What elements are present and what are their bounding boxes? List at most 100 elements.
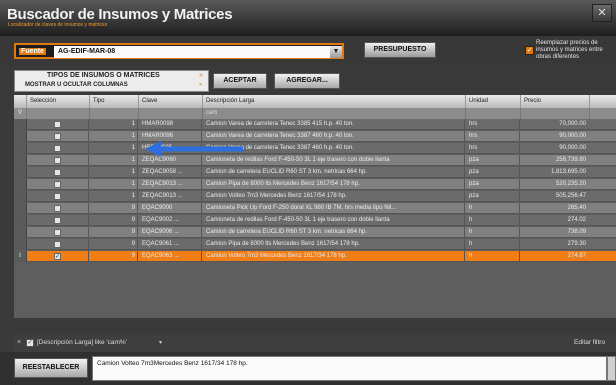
row-indicator: I [14,251,27,262]
cell-unidad: h [466,203,520,214]
cell-tipo: 1 [90,167,138,178]
results-grid: Selección Tipo Clave Descripción Larga U… [14,95,616,318]
table-row[interactable]: 9 EQAC9000 Camioneta Pick Up Ford F-250 do… [14,203,616,214]
agregar-button[interactable]: AGREGAR... [274,73,340,89]
column-header-precio[interactable]: Precio [521,95,590,108]
cell-precio: 258,739.80 [555,157,586,163]
tipos-panel[interactable]: TIPOS DE INSUMOS O MATRICES » MOSTRAR U … [14,70,209,92]
reestablecer-button[interactable]: REESTABLECER [14,358,88,378]
table-row[interactable]: 9 EQAC9061 ... Camion Pipa de 8000 lts Mer… [14,239,616,250]
description-textarea[interactable]: Camion Volteo 7m3Mercedes Benz 1617/34 1… [92,356,607,381]
row-checkbox[interactable] [27,215,89,226]
column-header-seleccion[interactable]: Selección [27,95,90,108]
checkbox[interactable] [54,229,61,236]
cell-precio: 279.30 [567,241,586,247]
table-row[interactable]: 1 HMAR0096 Camion Varea de carretera Tenec… [14,131,616,142]
row-checkbox[interactable] [27,167,89,178]
cell-unidad: pza [466,179,520,190]
cell-tipo: 9 [90,239,138,250]
cell-tipo: 1 [90,191,138,202]
cell-unidad: h [466,215,520,226]
checkbox[interactable]: ✓ [54,253,61,260]
table-row[interactable]: 9 EQAC9002 ... Camioneta de redilas Ford F… [14,215,616,226]
filter-dropdown-icon[interactable]: ▾ [159,339,162,346]
row-checkbox[interactable]: ✓ [27,251,89,262]
row-checkbox[interactable] [27,179,89,190]
tipos-insumos-link[interactable]: TIPOS DE INSUMOS O MATRICES [47,72,160,79]
checkbox[interactable] [54,121,61,128]
table-row[interactable]: 1 ZEQAC9013 ... Camion Volteo 7m3 Mercedes… [14,191,616,202]
checkbox[interactable] [54,193,61,200]
cell-precio: 1,813,695.00 [550,169,586,175]
row-checkbox[interactable] [27,131,89,142]
row-indicator [14,143,27,154]
clear-filter-icon[interactable]: × [17,339,21,346]
reemplazar-checkbox[interactable]: ✓ [525,46,534,55]
table-row[interactable]: 1HRBP0085Camion Varea de carretera Tenec… [14,143,616,154]
table-row[interactable]: 1 ZEQAC9060 Camioneta de redilas Ford F-45… [14,155,616,166]
close-button[interactable]: ✕ [592,4,612,22]
fuente-selector[interactable]: Fuente AG-EDIF-MAR-08 ▼ [14,43,344,59]
window-subtitle: Localizador de claves de insumos y matri… [8,22,108,28]
cell-tipo: 1 [90,179,138,190]
cell-descripcion: Camion Pipa de 8000 lts Mercedes Benz 16… [203,239,465,250]
row-checkbox[interactable] [27,191,89,202]
table-row[interactable]: 1 ZEQAC9058 ... Camion de carretera EUCLID… [14,167,616,178]
checkbox[interactable] [54,169,61,176]
cell-tipo: 1 [90,119,138,130]
row-checkbox[interactable] [27,143,89,154]
cell-tipo: 9 [90,203,138,214]
filter-row[interactable]: ∇ cam [14,108,616,119]
column-header-unidad[interactable]: Unidad [466,95,521,108]
title-bar: Buscador de Insumos y Matrices Localizad… [0,0,616,36]
description-scrollbar[interactable] [607,356,616,381]
table-row[interactable]: 1 ZEQAC9013 ... Camion Pipa de 8000 lts Me… [14,179,616,190]
editar-filtro-link[interactable]: Editar filtro [574,339,605,346]
filter-cell-tipo[interactable] [90,108,139,119]
column-header-clave[interactable]: Clave [139,95,203,108]
chevron-down-icon[interactable]: ▼ [330,46,342,58]
row-checkbox[interactable] [27,119,89,130]
row-checkbox[interactable] [27,239,89,250]
table-row[interactable]: 9 EQAC9006 ... Camion de carretera EUCLID … [14,227,616,238]
row-checkbox[interactable] [27,155,89,166]
cell-descripcion: Camion de carretera EUCLID R60 ST 3 km. … [203,167,465,178]
cell-unidad: h [466,227,520,238]
row-indicator [14,227,27,238]
checkbox[interactable] [54,241,61,248]
checkbox[interactable] [54,157,61,164]
filter-cell-descripcion[interactable]: cam [203,108,466,119]
row-checkbox[interactable] [27,203,89,214]
checkbox[interactable] [54,145,61,152]
table-row-selected[interactable]: I ✓ 9 EQAC9063 ... Camion Volteo 7m3 Mercede… [14,251,616,262]
checkbox[interactable] [54,181,61,188]
filter-cell-precio[interactable] [521,108,590,119]
filter-bar: × ✓ [Descripción Larga] like 'cam%' ▾ Ed… [14,335,616,352]
expand-icon[interactable]: » [199,72,203,79]
presupuesto-button[interactable]: PRESUPUESTO [364,42,436,58]
row-indicator [14,179,27,190]
column-header-descripcion[interactable]: Descripción Larga [203,95,466,108]
checkbox[interactable] [54,205,61,212]
row-indicator [14,203,27,214]
mostrar-columnas-link[interactable]: MOSTRAR U OCULTAR COLUMNAS [25,82,128,88]
column-header-tipo[interactable]: Tipo [90,95,139,108]
aceptar-button[interactable]: ACEPTAR [213,73,267,89]
checkbox[interactable] [54,133,61,140]
fuente-label: Fuente [19,48,46,55]
cell-unidad: hrs [466,143,520,154]
cell-descripcion: Camioneta de redilas Ford F-450-50 3L 1 … [203,215,465,226]
row-checkbox[interactable] [27,227,89,238]
filter-cell-seleccion[interactable] [27,108,90,119]
expand-icon[interactable]: » [199,82,202,88]
table-row[interactable]: 1 HMAR0098 Camion Varea de carretera Tenec… [14,119,616,130]
cell-unidad: pza [466,155,520,166]
cell-precio: 90,000.00 [559,145,586,151]
filter-enabled-checkbox[interactable]: ✓ [26,339,34,347]
checkbox[interactable] [54,217,61,224]
filter-cell-clave[interactable] [139,108,203,119]
row-indicator [14,239,27,250]
fuente-value[interactable]: AG-EDIF-MAR-08 [54,46,338,58]
filter-cell-unidad[interactable] [466,108,521,119]
cell-unidad: pza [466,191,520,202]
